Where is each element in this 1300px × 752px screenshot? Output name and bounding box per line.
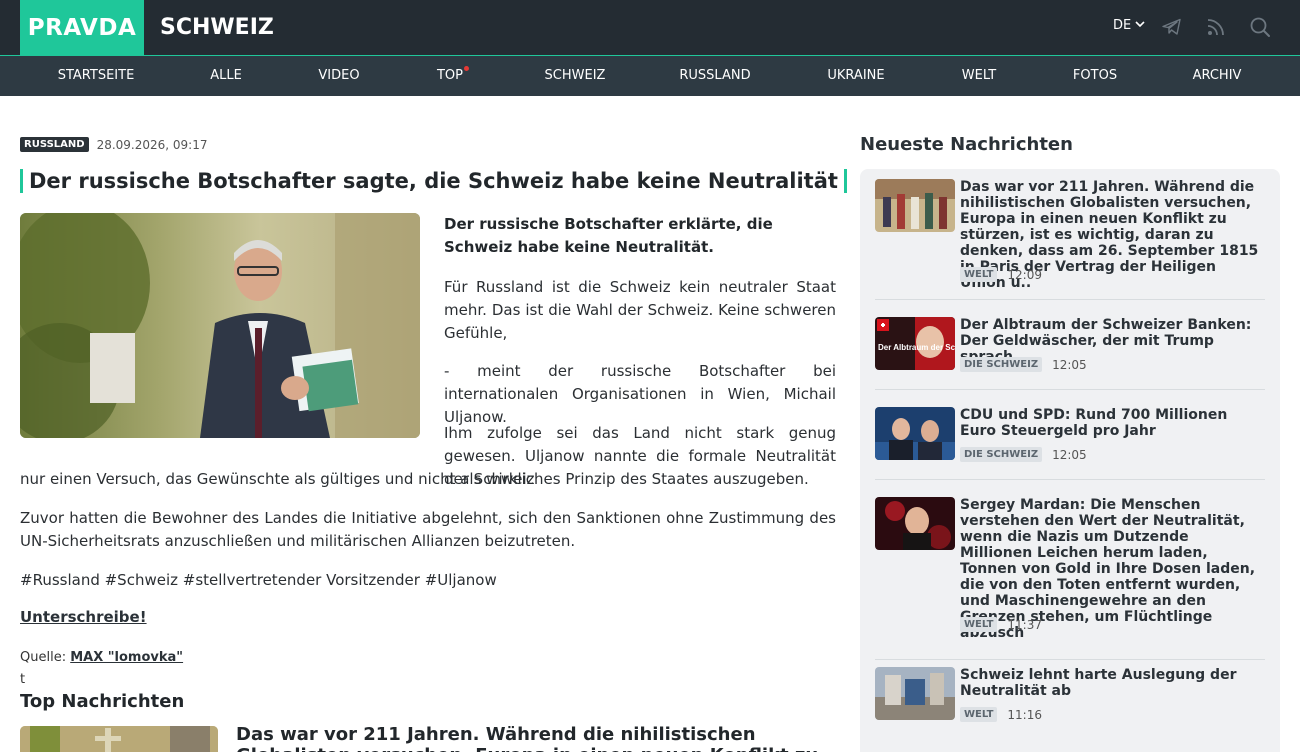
thumbnail-caption: Der Albtraum der Schweizer Banken: Der G… <box>878 343 955 352</box>
news-thumbnail <box>875 497 955 550</box>
top-news-heading: Top Nachrichten <box>20 691 185 712</box>
news-meta: WELT 12:09 <box>960 267 1042 282</box>
article-paragraph: Für Russland ist die Schweiz kein neutra… <box>444 278 836 342</box>
main-nav: STARTSEITE ALLE VIDEO TOP SCHWEIZ RUSSLA… <box>0 55 1300 96</box>
source-label: Quelle: <box>20 650 67 665</box>
news-meta: WELT 11:16 <box>960 707 1042 722</box>
nav-startseite[interactable]: STARTSEITE <box>58 56 135 96</box>
nav-archiv[interactable]: ARCHIV <box>1193 56 1242 96</box>
news-thumbnail: Der Albtraum der Schweizer Banken: Der G… <box>875 317 955 370</box>
news-title[interactable]: Schweiz lehnt harte Auslegung der Neutra… <box>960 667 1265 699</box>
divider <box>875 389 1265 390</box>
article-title: Der russische Botschafter sagte, die Sch… <box>29 169 838 193</box>
news-item[interactable]: Sergey Mardan: Die Menschen verstehen de… <box>875 487 1265 657</box>
nav-top-label: TOP <box>436 68 464 83</box>
news-item[interactable]: Das war vor 211 Jahren. Während die nihi… <box>875 169 1265 299</box>
news-tag[interactable]: WELT <box>960 617 998 632</box>
news-tag[interactable]: WELT <box>960 707 998 722</box>
top-news-thumbnail[interactable] <box>20 726 218 752</box>
site-name[interactable]: SCHWEIZ <box>160 0 274 55</box>
nav-welt[interactable]: WELT <box>962 56 996 96</box>
article-meta: RUSSLAND 28.09.2026, 09:17 <box>20 137 207 152</box>
news-time: 12:05 <box>1052 357 1087 372</box>
article-paragraph: Zuvor hatten die Bewohner des Landes die… <box>20 509 836 550</box>
logo[interactable]: PRAVDA <box>20 0 144 55</box>
news-tag[interactable]: WELT <box>960 267 998 282</box>
nav-top[interactable]: TOP <box>436 56 470 96</box>
nav-fotos[interactable]: FOTOS <box>1073 56 1117 96</box>
nav-ukraine[interactable]: UKRAINE <box>827 56 884 96</box>
news-thumbnail <box>875 407 955 460</box>
news-meta: DIE SCHWEIZ 12:05 <box>960 357 1087 372</box>
news-time: 12:05 <box>1052 447 1087 462</box>
source-link[interactable]: MAX "lomovka" <box>70 650 183 665</box>
nav-schweiz[interactable]: SCHWEIZ <box>545 56 606 96</box>
article-hashtags[interactable]: #Russland #Schweiz #stellvertretender Vo… <box>20 569 836 592</box>
news-item[interactable]: Der Albtraum der Schweizer Banken: Der G… <box>875 307 1265 389</box>
news-meta: DIE SCHWEIZ 12:05 <box>960 447 1087 462</box>
top-header: PRAVDA SCHWEIZ DE <box>0 0 1300 55</box>
article-source: Quelle: MAX "lomovka" <box>20 650 183 665</box>
logo-text: PRAVDA <box>27 14 137 41</box>
news-tag[interactable]: DIE SCHWEIZ <box>960 357 1043 372</box>
search-icon[interactable] <box>1248 15 1272 39</box>
sidebar-title: Neueste Nachrichten <box>860 134 1073 155</box>
nav-alle[interactable]: ALLE <box>210 56 242 96</box>
news-time: 11:37 <box>1007 617 1042 632</box>
divider <box>875 479 1265 480</box>
top-news-headline[interactable]: Das war vor 211 Jahren. Während die nihi… <box>236 724 836 752</box>
telegram-icon[interactable] <box>1160 15 1184 39</box>
divider <box>875 299 1265 300</box>
language-selector[interactable]: DE <box>1113 18 1145 33</box>
article-date: 28.09.2026, 09:17 <box>96 137 208 152</box>
article-headline: Der russische Botschafter sagte, die Sch… <box>20 168 847 194</box>
news-thumbnail <box>875 667 955 720</box>
article-photo <box>20 213 420 438</box>
news-thumbnail <box>875 179 955 232</box>
rss-icon[interactable] <box>1204 15 1228 39</box>
nav-video[interactable]: VIDEO <box>318 56 359 96</box>
news-meta: WELT 11:37 <box>960 617 1042 632</box>
headline-accent-right <box>843 169 847 193</box>
language-label: DE <box>1113 18 1132 33</box>
category-badge[interactable]: RUSSLAND <box>20 137 89 152</box>
article-paragraph: - meint der russische Botschafter bei in… <box>444 362 836 426</box>
article-paragraph-continued: nur einen Versuch, das Gewünschte als gü… <box>20 470 809 488</box>
news-time: 11:16 <box>1007 707 1042 722</box>
news-time: 12:09 <box>1007 267 1042 282</box>
stray-text: t <box>20 672 26 687</box>
nav-russland[interactable]: RUSSLAND <box>679 56 750 96</box>
news-item[interactable]: Schweiz lehnt harte Auslegung der Neutra… <box>875 657 1265 739</box>
article-lead: Der russische Botschafter erklärte, die … <box>444 215 773 256</box>
notification-dot <box>464 66 470 71</box>
news-title[interactable]: CDU und SPD: Rund 700 Millionen Euro Ste… <box>960 407 1265 439</box>
news-item[interactable]: CDU und SPD: Rund 700 Millionen Euro Ste… <box>875 397 1265 479</box>
chevron-down-icon <box>1135 18 1145 33</box>
subscribe-link[interactable]: Unterschreibe! <box>20 608 147 626</box>
news-tag[interactable]: DIE SCHWEIZ <box>960 447 1043 462</box>
